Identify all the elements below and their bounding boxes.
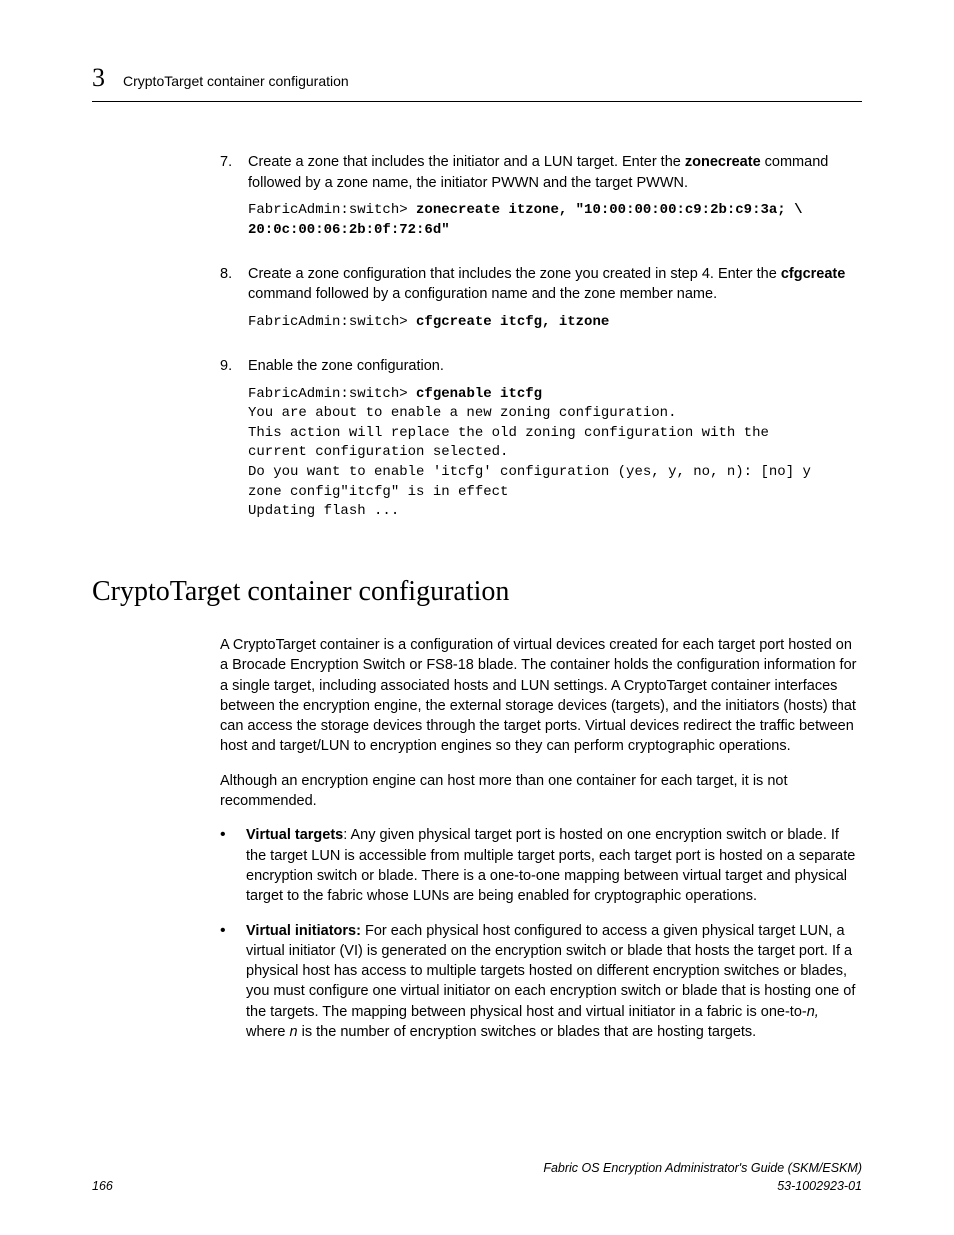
page-footer: 166 Fabric OS Encryption Administrator's… (92, 1160, 862, 1195)
page-header: 3 CryptoTarget container configuration (92, 60, 862, 102)
step-number: 7. (220, 152, 248, 256)
body-paragraph: A CryptoTarget container is a configurat… (220, 635, 862, 757)
bullet-text: Virtual initiators: For each physical ho… (246, 921, 862, 1043)
step-8: 8. Create a zone configuration that incl… (220, 264, 862, 348)
step-7: 7. Create a zone that includes the initi… (220, 152, 862, 256)
chapter-number: 3 (92, 60, 105, 96)
bullet-text: Virtual targets: Any given physical targ… (246, 825, 862, 906)
code-block: FabricAdmin:switch> cfgcreate itcfg, itz… (248, 313, 862, 333)
list-item: • Virtual targets: Any given physical ta… (220, 825, 862, 906)
step-text: Create a zone configuration that include… (248, 264, 862, 305)
command-name: cfgcreate (781, 266, 845, 282)
code-block: FabricAdmin:switch> zonecreate itzone, "… (248, 201, 862, 240)
footer-doc-title: Fabric OS Encryption Administrator's Gui… (543, 1160, 862, 1178)
step-text: Enable the zone configuration. (248, 356, 862, 376)
bullet-list: • Virtual targets: Any given physical ta… (220, 825, 862, 1042)
header-rule (92, 101, 862, 102)
step-number: 9. (220, 356, 248, 537)
section-heading: CryptoTarget container configuration (92, 572, 862, 611)
code-block: FabricAdmin:switch> cfgenable itcfg You … (248, 385, 862, 522)
bullet-icon: • (220, 825, 246, 906)
header-section-title: CryptoTarget container configuration (123, 72, 349, 92)
step-9: 9. Enable the zone configuration. Fabric… (220, 356, 862, 537)
step-text: Create a zone that includes the initiato… (248, 152, 862, 193)
list-item: • Virtual initiators: For each physical … (220, 921, 862, 1043)
bullet-icon: • (220, 921, 246, 1043)
body-paragraph: Although an encryption engine can host m… (220, 771, 862, 812)
step-number: 8. (220, 264, 248, 348)
footer-doc-id: 53-1002923-01 (543, 1178, 862, 1196)
page-number: 166 (92, 1178, 113, 1196)
command-name: zonecreate (685, 154, 761, 170)
